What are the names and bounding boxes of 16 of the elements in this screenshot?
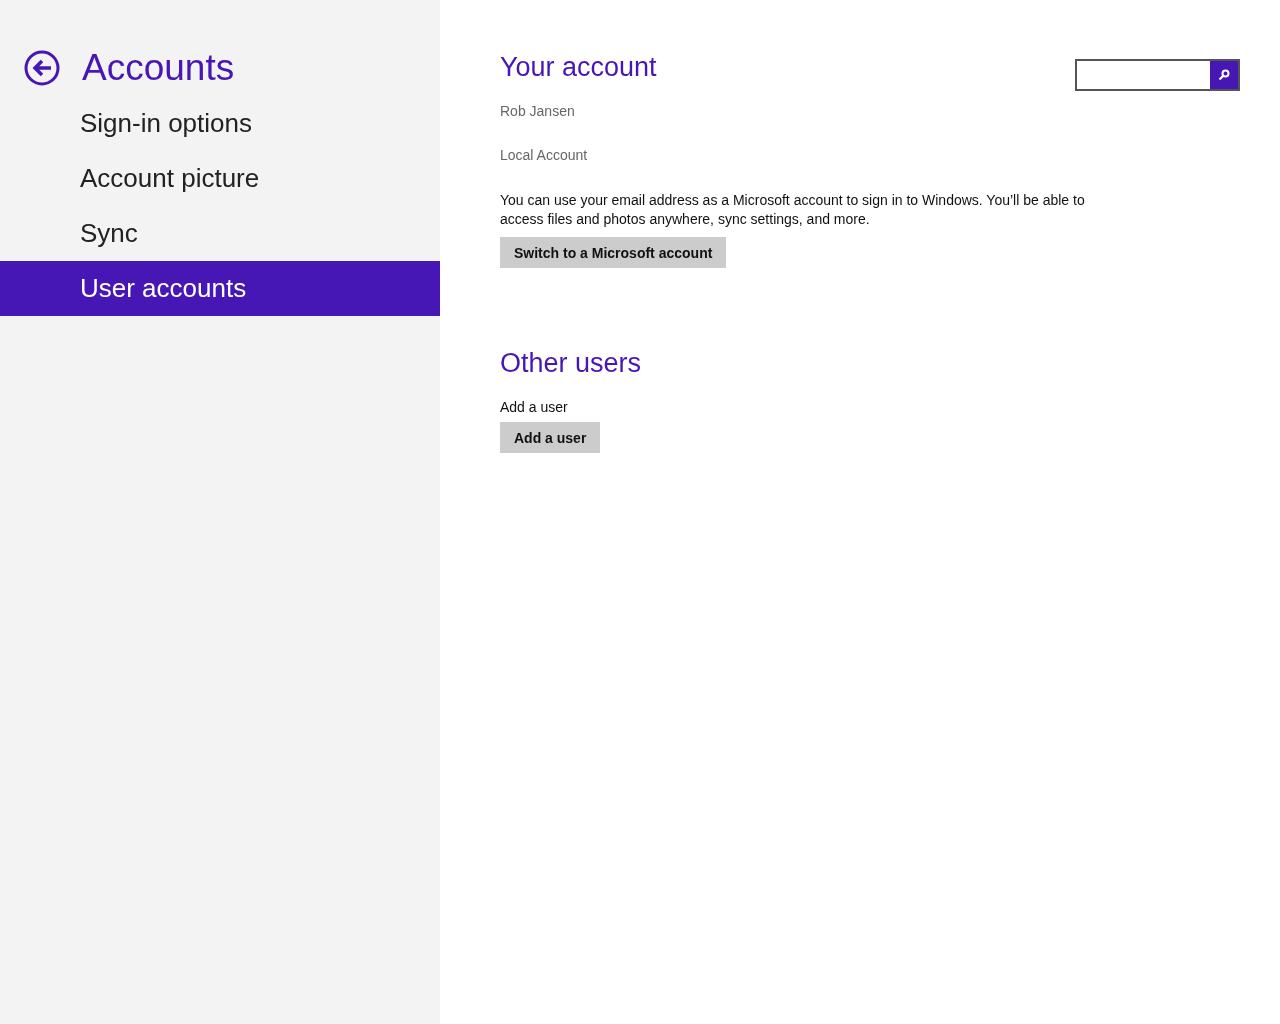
nav-item[interactable]: Sync <box>0 206 440 261</box>
search-button[interactable] <box>1210 61 1238 89</box>
search-icon <box>1218 69 1230 81</box>
action-button[interactable]: Switch to a Microsoft account <box>500 237 727 268</box>
page-title: Accounts <box>82 47 235 89</box>
nav-item[interactable]: User accounts <box>0 261 440 316</box>
account-info: Rob Jansen <box>500 103 576 119</box>
action-button[interactable]: Add a user <box>500 422 601 453</box>
section-heading: Other users <box>500 348 642 379</box>
nav-item[interactable]: Account picture <box>0 151 440 206</box>
field-label: Add a user <box>500 399 569 415</box>
description-text: You can use your email address as a Microsoft account to sign in to Windows. You’ll be able to access files and photos anywhere, sync settings, and more. <box>500 191 1086 229</box>
nav-item[interactable]: Sign-in options <box>0 96 440 151</box>
account-info: Local Account <box>500 147 589 163</box>
search-field[interactable] <box>1075 59 1240 91</box>
section-heading: Your account <box>500 52 657 83</box>
